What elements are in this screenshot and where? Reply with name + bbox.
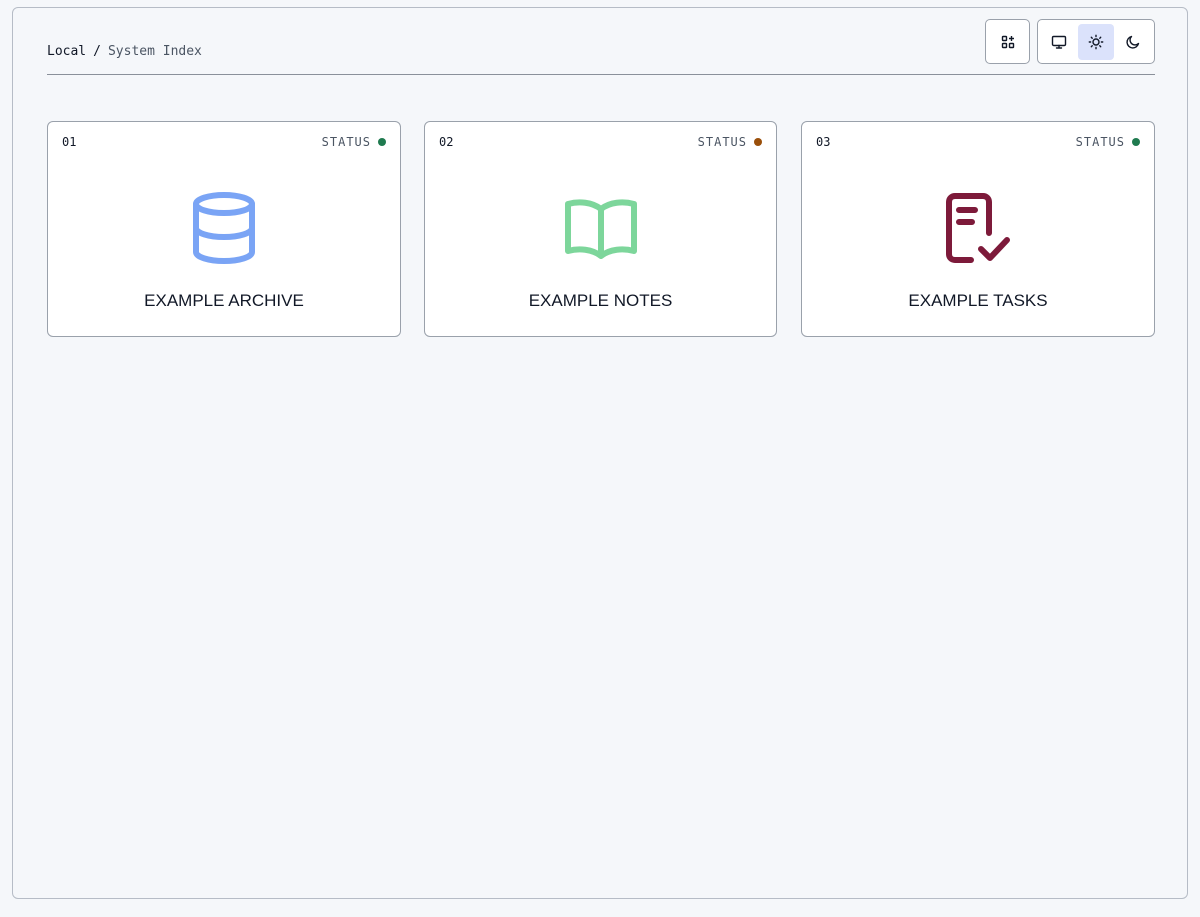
- card-status: STATUS: [322, 135, 386, 149]
- card-notes[interactable]: 02 STATUS EXAMPLE NOTES: [424, 121, 777, 337]
- status-dot: [1132, 138, 1140, 146]
- moon-icon: [1126, 35, 1140, 49]
- book-open-icon: [563, 190, 639, 266]
- card-title: EXAMPLE TASKS: [908, 291, 1048, 310]
- theme-light-button[interactable]: [1078, 23, 1114, 60]
- monitor-icon: [1051, 35, 1067, 49]
- status-dot: [754, 138, 762, 146]
- breadcrumb: Local / System Index: [47, 44, 202, 60]
- theme-system-button[interactable]: [1041, 24, 1077, 60]
- app-card-grid: 01 STATUS EXAMPLE ARCHIVE 02 STATUS EXAM…: [47, 121, 1155, 337]
- clipboard-check-icon: [940, 190, 1016, 266]
- breadcrumb-root[interactable]: Local: [47, 44, 86, 60]
- theme-dark-button[interactable]: [1115, 24, 1151, 60]
- card-archive[interactable]: 01 STATUS EXAMPLE ARCHIVE: [47, 121, 401, 337]
- card-number: 02: [439, 135, 454, 149]
- card-tasks[interactable]: 03 STATUS EXAMPLE TASKS: [801, 121, 1155, 337]
- breadcrumb-separator: /: [93, 44, 101, 59]
- card-title: EXAMPLE ARCHIVE: [144, 291, 304, 310]
- card-title: EXAMPLE NOTES: [528, 291, 673, 310]
- sun-icon: [1088, 34, 1104, 49]
- theme-switcher: [1037, 19, 1155, 64]
- card-status: STATUS: [1076, 135, 1140, 149]
- status-label: STATUS: [1075, 135, 1125, 149]
- apps-button[interactable]: [985, 19, 1030, 64]
- status-label: STATUS: [697, 135, 747, 149]
- card-number: 01: [62, 135, 77, 149]
- breadcrumb-current: System Index: [107, 44, 202, 59]
- card-status: STATUS: [698, 135, 762, 149]
- database-icon: [186, 190, 262, 266]
- app-frame: Local / System Index 01 STATUS EXAMPLE A…: [12, 7, 1188, 899]
- card-number: 03: [816, 135, 831, 149]
- status-dot: [378, 138, 386, 146]
- apps-grid-icon: [1001, 35, 1014, 48]
- header: Local / System Index: [47, 19, 1155, 75]
- status-label: STATUS: [321, 135, 371, 149]
